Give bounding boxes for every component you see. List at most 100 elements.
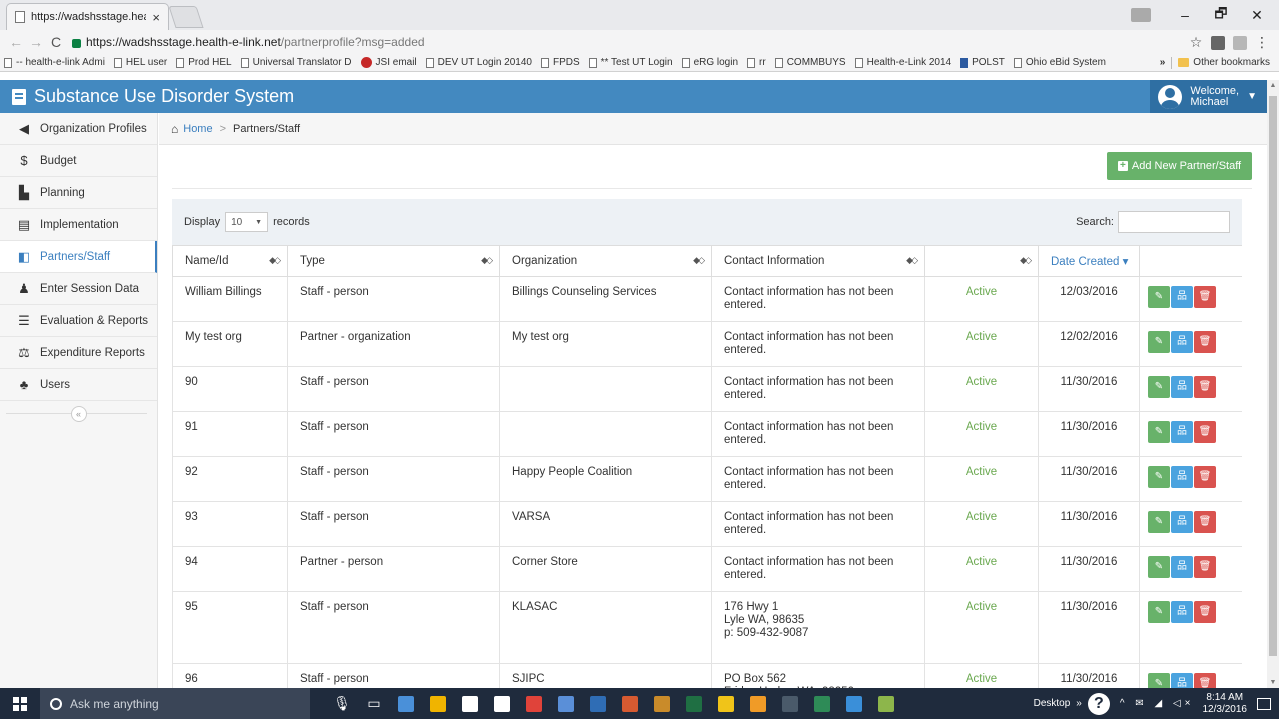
trash-icon[interactable]: 🗑 — [1194, 511, 1216, 533]
sidebar-item-implementation[interactable]: ▤ Implementation — [0, 209, 157, 241]
sidebar-item-expenditure-reports[interactable]: ⚖ Expenditure Reports — [0, 337, 157, 369]
sidebar-item-planning[interactable]: ▙ Planning — [0, 177, 157, 209]
profile-icon[interactable] — [1131, 8, 1151, 22]
close-button[interactable]: ✕ — [1239, 7, 1275, 24]
taskbar-app-icon[interactable] — [486, 695, 518, 713]
bookmark-item[interactable]: FPDS — [540, 57, 580, 68]
scroll-down-icon[interactable]: ▼ — [1267, 679, 1279, 686]
edit-icon[interactable]: ✎ — [1148, 331, 1170, 353]
cortana-search-input[interactable]: Ask me anything — [40, 688, 310, 719]
trash-icon[interactable]: 🗑 — [1194, 466, 1216, 488]
help-icon[interactable]: ? — [1087, 692, 1110, 715]
sidebar-item-evaluation-reports[interactable]: ☰ Evaluation & Reports — [0, 305, 157, 337]
sidebar-item-partners-staff[interactable]: ◧ Partners/Staff — [0, 241, 157, 273]
records-length-select[interactable]: 10 ▼ — [225, 212, 269, 232]
extension-icon[interactable] — [1207, 34, 1229, 51]
sidebar-item-enter-session-data[interactable]: ♟ Enter Session Data — [0, 273, 157, 305]
org-chart-icon[interactable]: 品 — [1171, 673, 1193, 688]
column-header-date-created[interactable]: Date Created ▾ — [1038, 245, 1140, 277]
scroll-up-icon[interactable]: ▲ — [1267, 82, 1279, 89]
bookmark-item[interactable]: rr — [747, 57, 766, 68]
bookmark-item[interactable]: Prod HEL — [176, 57, 232, 68]
column-header-contact[interactable]: Contact Information ◆◇ — [711, 245, 925, 277]
taskbar-app-icon[interactable] — [518, 695, 550, 713]
org-chart-icon[interactable]: 品 — [1171, 376, 1193, 398]
desktop-toolbar[interactable]: Desktop — [1034, 698, 1071, 709]
url-input[interactable]: https://wadshsstage.health-e-link.net/pa… — [72, 32, 1185, 52]
column-header-type[interactable]: Type ◆◇ — [287, 245, 500, 277]
taskbar-app-icon[interactable] — [710, 695, 742, 713]
taskbar-app-icon[interactable] — [550, 695, 582, 713]
sidebar-item-users[interactable]: ♣ Users — [0, 369, 157, 401]
minimize-button[interactable]: – — [1167, 7, 1203, 23]
bookmark-item[interactable]: ** Test UT Login — [588, 57, 673, 68]
org-chart-icon[interactable]: 品 — [1171, 286, 1193, 308]
trash-icon[interactable]: 🗑 — [1194, 673, 1216, 688]
forward-button[interactable]: → — [26, 34, 46, 50]
taskbar-app-icon[interactable] — [742, 695, 774, 713]
tab-close-icon[interactable]: × — [152, 10, 160, 25]
column-header-organization[interactable]: Organization ◆◇ — [499, 245, 712, 277]
bookmarks-overflow-button[interactable]: » — [1160, 57, 1166, 68]
taskbar-app-icon[interactable] — [646, 695, 678, 713]
bookmark-item[interactable]: DEV UT Login 20140 — [425, 57, 532, 68]
edit-icon[interactable]: ✎ — [1148, 466, 1170, 488]
trash-icon[interactable]: 🗑 — [1194, 376, 1216, 398]
bookmark-item[interactable]: Universal Translator D — [240, 57, 352, 68]
bookmark-item[interactable]: JSI email — [360, 57, 417, 68]
tray-icons[interactable]: ^ ✉ ◢ ◁× — [1120, 698, 1195, 709]
trash-icon[interactable]: 🗑 — [1194, 556, 1216, 578]
sidebar-item-budget[interactable]: $ Budget — [0, 145, 157, 177]
bookmark-item[interactable]: Ohio eBid System — [1013, 57, 1106, 68]
reload-button[interactable]: C — [46, 34, 66, 50]
bookmark-item[interactable]: -- health-e-link Admi — [4, 57, 105, 68]
org-chart-icon[interactable]: 品 — [1171, 601, 1193, 623]
other-bookmarks[interactable]: Other bookmarks — [1178, 57, 1270, 68]
taskbar-app-icon[interactable] — [614, 695, 646, 713]
sidebar-item-organization-profiles[interactable]: ◀ Organization Profiles — [0, 113, 157, 145]
back-button[interactable]: ← — [6, 34, 26, 50]
notifications-icon[interactable] — [1257, 697, 1271, 710]
microphone-icon[interactable]: 🎙 — [326, 695, 358, 712]
bookmark-item[interactable]: COMMBUYS — [774, 57, 846, 68]
bookmark-star-icon[interactable]: ☆ — [1185, 34, 1207, 51]
scroll-thumb[interactable] — [1269, 96, 1277, 656]
org-chart-icon[interactable]: 品 — [1171, 331, 1193, 353]
edit-icon[interactable]: ✎ — [1148, 376, 1170, 398]
org-chart-icon[interactable]: 品 — [1171, 421, 1193, 443]
search-input[interactable] — [1118, 211, 1230, 233]
taskbar-app-icon[interactable] — [806, 695, 838, 713]
taskbar-app-icon[interactable] — [838, 695, 870, 713]
taskbar-app-icon[interactable] — [582, 695, 614, 713]
column-header-name[interactable]: Name/Id ◆◇ — [172, 245, 288, 277]
trash-icon[interactable]: 🗑 — [1194, 421, 1216, 443]
bookmark-item[interactable]: POLST — [960, 57, 1005, 68]
taskbar-app-icon[interactable] — [422, 695, 454, 713]
edit-icon[interactable]: ✎ — [1148, 421, 1170, 443]
task-view-icon[interactable]: ▭ — [358, 695, 390, 712]
bookmark-item[interactable]: HEL user — [113, 57, 167, 68]
taskbar-app-icon[interactable] — [678, 695, 710, 713]
taskbar-app-icon[interactable] — [870, 695, 902, 713]
extension-icon[interactable] — [1229, 34, 1251, 51]
edit-icon[interactable]: ✎ — [1148, 673, 1170, 688]
org-chart-icon[interactable]: 品 — [1171, 511, 1193, 533]
edit-icon[interactable]: ✎ — [1148, 511, 1170, 533]
sidebar-collapse-icon[interactable]: « — [70, 406, 87, 422]
browser-menu-icon[interactable]: ⋮ — [1251, 34, 1273, 51]
edit-icon[interactable]: ✎ — [1148, 286, 1170, 308]
restore-button[interactable]: 🗗 — [1203, 3, 1239, 27]
start-button[interactable] — [0, 696, 40, 711]
org-chart-icon[interactable]: 品 — [1171, 556, 1193, 578]
new-tab-button[interactable] — [168, 6, 204, 28]
trash-icon[interactable]: 🗑 — [1194, 286, 1216, 308]
add-partner-staff-button[interactable]: + Add New Partner/Staff — [1107, 152, 1252, 180]
edit-icon[interactable]: ✎ — [1148, 556, 1170, 578]
bookmark-item[interactable]: Health-e-Link 2014 — [854, 57, 951, 68]
breadcrumb-home-link[interactable]: Home — [183, 123, 212, 135]
trash-icon[interactable]: 🗑 — [1194, 331, 1216, 353]
taskbar-app-icon[interactable] — [390, 695, 422, 713]
desktop-overflow-icon[interactable]: » — [1076, 698, 1082, 709]
edit-icon[interactable]: ✎ — [1148, 601, 1170, 623]
column-header-status[interactable]: ◆◇ — [924, 245, 1039, 277]
